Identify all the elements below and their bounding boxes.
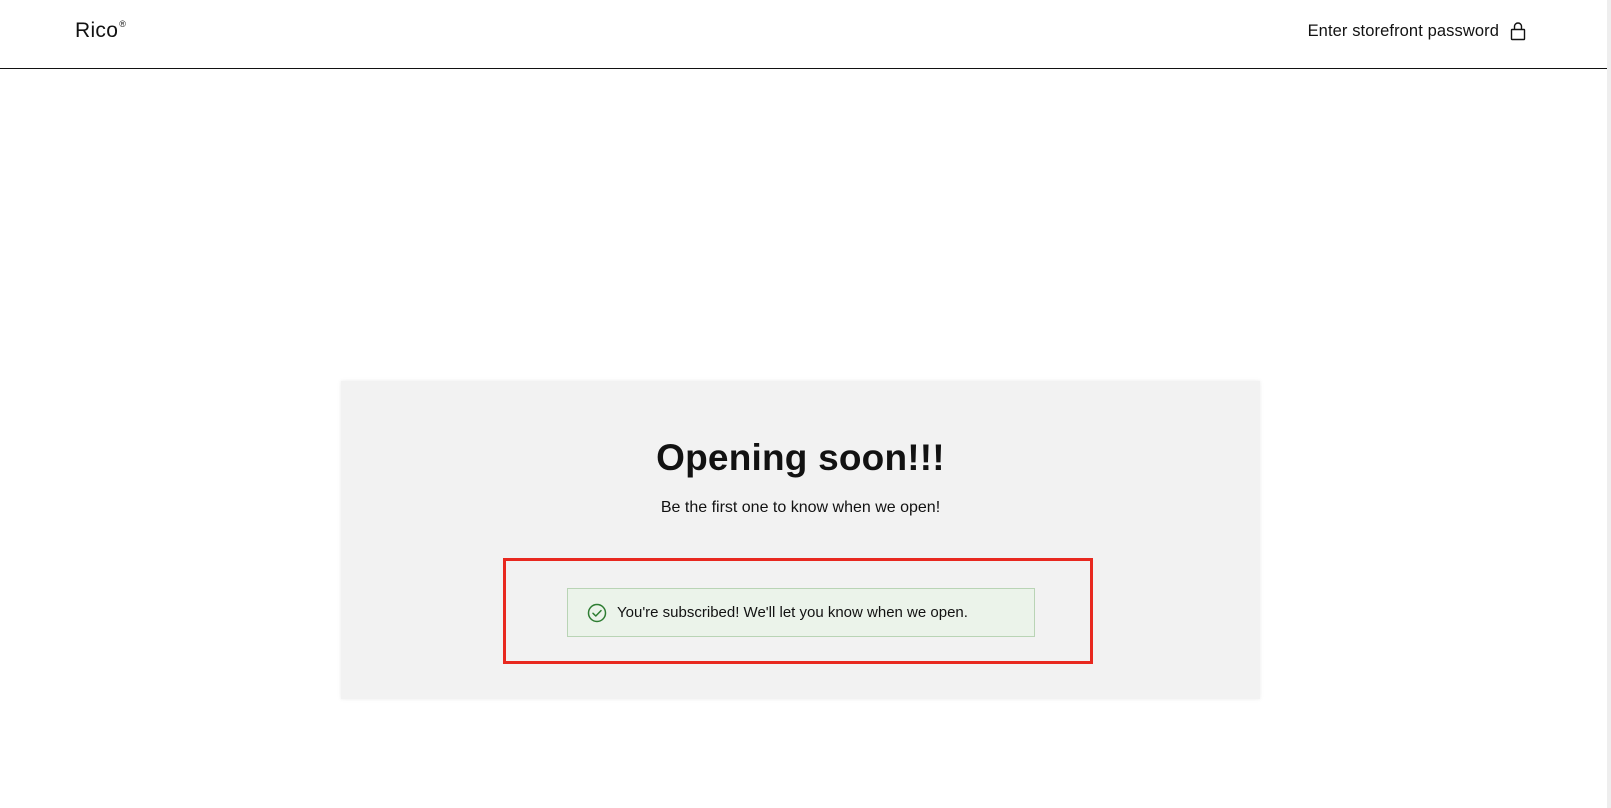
password-link-label: Enter storefront password [1307,21,1499,40]
subscription-success-message: You're subscribed! We'll let you know wh… [567,588,1035,637]
header: Rico® Enter storefront password [0,0,1607,69]
registered-mark: ® [119,19,127,29]
logo-text: Rico [75,19,119,42]
page: Rico® Enter storefront password Opening … [0,0,1611,808]
lock-icon [1509,21,1527,41]
page-title: Opening soon!!! [656,437,945,478]
success-message-text: You're subscribed! We'll let you know wh… [617,604,968,621]
store-logo[interactable]: Rico® [75,19,126,43]
page-subtitle: Be the first one to know when we open! [660,499,941,516]
newsletter-card: Opening soon!!! Be the first one to know… [341,381,1260,699]
enter-password-button[interactable]: Enter storefront password [1308,21,1527,41]
check-circle-icon [587,603,607,623]
page-scrollbar[interactable] [1607,0,1611,808]
